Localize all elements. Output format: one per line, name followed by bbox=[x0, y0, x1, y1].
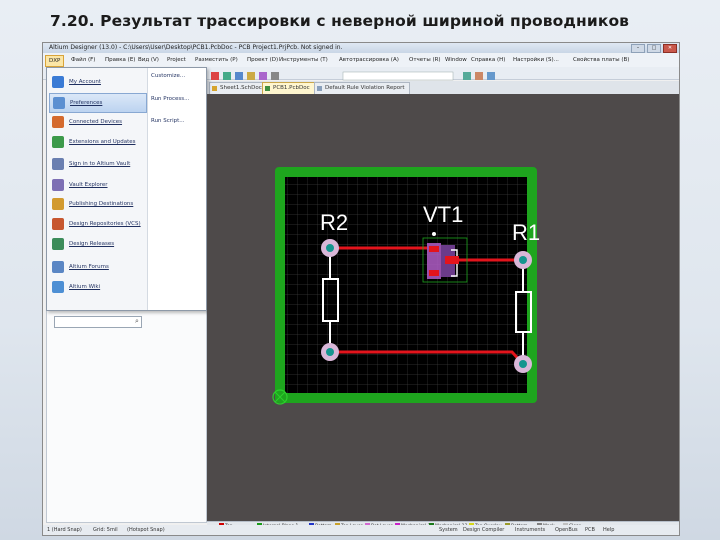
menu-settings[interactable]: Настройки (S)... bbox=[513, 53, 559, 67]
vault-explorer-icon bbox=[52, 179, 64, 191]
status-snap: 1 (Hard Snap) bbox=[47, 527, 82, 533]
dxp-item-label: Connected Devices bbox=[69, 119, 123, 125]
dxp-item-label: Preferences bbox=[70, 100, 103, 106]
place-icon bbox=[223, 72, 231, 80]
tab-pcb1[interactable]: PCB1.PcbDoc bbox=[262, 82, 315, 94]
wiki-icon bbox=[52, 281, 64, 293]
forums-icon bbox=[52, 261, 64, 273]
dxp-item-vault-explorer[interactable]: Vault Explorer bbox=[49, 176, 145, 194]
menu-edit[interactable]: Правка (E) bbox=[105, 53, 135, 67]
vt1-pin1-dot bbox=[432, 232, 436, 236]
vt1-pad-3 bbox=[429, 270, 439, 276]
dxp-item-label: Extensions and Updates bbox=[69, 139, 136, 145]
dxp-item-label: Vault Explorer bbox=[69, 182, 108, 188]
menu-help[interactable]: Справка (H) bbox=[471, 53, 505, 67]
designator-r1[interactable]: R1 bbox=[512, 220, 540, 245]
menu-bar: DXP Файл (F) Правка (E) Вид (V) Project … bbox=[43, 53, 679, 68]
dxp-dropdown-menu: My Account Preferences Connected Devices Ex… bbox=[46, 67, 207, 328]
text-icon bbox=[259, 72, 267, 80]
dxp-item-vault[interactable]: Sign in to Altium Vault bbox=[49, 155, 145, 173]
panel-system[interactable]: System bbox=[439, 525, 458, 535]
snap-icon bbox=[463, 72, 471, 80]
vt1-pad-1 bbox=[429, 246, 439, 252]
menu-window[interactable]: Window bbox=[445, 53, 467, 67]
dxp-item-label: My Account bbox=[69, 79, 101, 85]
dxp-run-process[interactable]: Run Process... bbox=[151, 96, 189, 102]
projects-panel[interactable] bbox=[46, 310, 207, 523]
menu-design[interactable]: Проект (D) bbox=[247, 53, 278, 67]
status-bar: 1 (Hard Snap) Grid: 5mil (Hotspot Snap) … bbox=[43, 525, 679, 535]
dxp-run-script[interactable]: Run Script... bbox=[151, 118, 185, 124]
pcb-workspace[interactable]: R2 VT1 R1 bbox=[207, 94, 679, 521]
dxp-item-label: Altium Wiki bbox=[69, 284, 101, 290]
dxp-item-wiki[interactable]: Altium Wiki bbox=[49, 278, 145, 296]
designator-vt1[interactable]: VT1 bbox=[423, 202, 463, 227]
window-titlebar: Altium Designer (13.0) - C:\Users\User\D… bbox=[43, 43, 679, 53]
vault-icon bbox=[52, 158, 64, 170]
dxp-item-user[interactable]: My Account bbox=[49, 73, 145, 91]
dxp-item-repository[interactable]: Design Repositories (VCS) bbox=[49, 215, 145, 233]
menu-board-properties[interactable]: Свойства платы (B) bbox=[573, 53, 629, 67]
panel-help[interactable]: Help bbox=[603, 525, 614, 535]
menu-place[interactable]: Разместить (P) bbox=[195, 53, 238, 67]
dxp-item-forums[interactable]: Altium Forums bbox=[49, 258, 145, 276]
menu-view[interactable]: Вид (V) bbox=[138, 53, 159, 67]
panel-design-compiler[interactable]: Design Compiler bbox=[463, 525, 504, 535]
pcb-doc-icon bbox=[265, 86, 270, 91]
route-icon bbox=[211, 72, 219, 80]
pcb-canvas[interactable]: R2 VT1 R1 bbox=[207, 94, 679, 521]
releases-icon bbox=[52, 238, 64, 250]
preferences-icon bbox=[53, 97, 65, 109]
dxp-item-label: Design Repositories (VCS) bbox=[69, 221, 141, 227]
user-icon bbox=[52, 76, 64, 88]
toolbar-combo bbox=[342, 71, 454, 81]
vt1-pad-2 bbox=[445, 256, 459, 264]
slide-title: 7.20. Результат трассировки с неверной ш… bbox=[50, 12, 630, 30]
dxp-customize[interactable]: Customize... bbox=[151, 73, 185, 79]
measure-icon bbox=[271, 72, 279, 80]
dxp-item-publishing[interactable]: Publishing Destinations bbox=[49, 195, 145, 213]
repository-icon bbox=[52, 218, 64, 230]
minimize-button[interactable]: – bbox=[631, 44, 645, 53]
zoom-icon bbox=[247, 72, 255, 80]
dxp-search-input[interactable] bbox=[54, 316, 142, 328]
menu-project[interactable]: Project bbox=[167, 53, 186, 67]
panel-pcb[interactable]: PCB bbox=[585, 525, 595, 535]
extensions-icon bbox=[52, 136, 64, 148]
dxp-item-preferences[interactable]: Preferences bbox=[49, 93, 147, 113]
layer-icon bbox=[475, 72, 483, 80]
tab-violation-report[interactable]: Default Rule Violation Report bbox=[314, 82, 410, 94]
schematic-doc-icon bbox=[212, 86, 217, 91]
panel-instruments[interactable]: Instruments bbox=[515, 525, 545, 535]
grid-icon bbox=[487, 72, 495, 80]
close-button[interactable]: ✕ bbox=[663, 44, 677, 53]
menu-file[interactable]: Файл (F) bbox=[71, 53, 95, 67]
panel-openbus[interactable]: OpenBus bbox=[555, 525, 578, 535]
menu-reports[interactable]: Отчеты (R) bbox=[409, 53, 441, 67]
dxp-item-releases[interactable]: Design Releases bbox=[49, 235, 145, 253]
report-doc-icon bbox=[317, 86, 322, 91]
dxp-item-label: Sign in to Altium Vault bbox=[69, 161, 131, 167]
tab-sheet1[interactable]: Sheet1.SchDoc bbox=[209, 82, 267, 94]
dxp-item-label: Design Releases bbox=[69, 241, 115, 247]
window-title: Altium Designer (13.0) - C:\Users\User\D… bbox=[49, 44, 343, 51]
document-tabs: Sheet1.SchDoc PCB1.PcbDoc Default Rule V… bbox=[207, 81, 679, 94]
devices-icon bbox=[52, 116, 64, 128]
menu-tools[interactable]: Инструменты (T) bbox=[279, 53, 328, 67]
dxp-item-extensions[interactable]: Extensions and Updates bbox=[49, 133, 145, 151]
status-grid: Grid: 5mil bbox=[93, 527, 118, 533]
publishing-icon bbox=[52, 198, 64, 210]
menu-autoroute[interactable]: Автотрассировка (A) bbox=[339, 53, 399, 67]
dxp-item-devices[interactable]: Connected Devices bbox=[49, 113, 145, 131]
maximize-button[interactable]: □ bbox=[647, 44, 661, 53]
menu-dxp[interactable]: DXP bbox=[45, 55, 65, 67]
dxp-item-label: Publishing Destinations bbox=[69, 201, 134, 207]
status-hotspot: (Hotspot Snap) bbox=[127, 527, 165, 533]
search-icon[interactable]: ⌕ bbox=[135, 317, 139, 326]
altium-window: Altium Designer (13.0) - C:\Users\User\D… bbox=[42, 42, 680, 536]
dxp-item-label: Altium Forums bbox=[69, 264, 109, 270]
designator-r2[interactable]: R2 bbox=[320, 210, 348, 235]
select-icon bbox=[235, 72, 243, 80]
